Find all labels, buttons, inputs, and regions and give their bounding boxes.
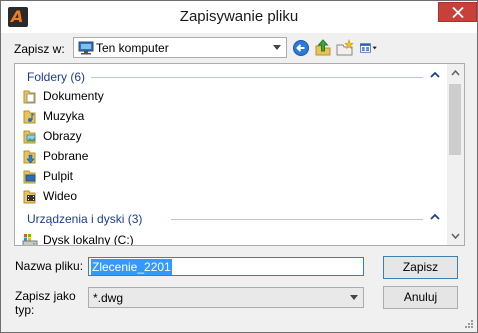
music-folder-icon [23, 110, 36, 124]
chevron-down-icon [350, 295, 358, 300]
chevron-up-icon[interactable] [430, 213, 440, 221]
file-list[interactable]: Foldery (6) Dokumenty Muzyka Obrazy Pobr… [14, 63, 465, 246]
list-item[interactable]: Wideo [21, 186, 321, 206]
group-header-folders[interactable]: Foldery (6) [15, 67, 447, 87]
back-icon[interactable] [291, 38, 311, 58]
new-folder-icon[interactable] [335, 38, 355, 58]
title-bar[interactable]: A Zapisywanie pliku [1, 1, 477, 33]
chevron-up-icon[interactable] [430, 71, 440, 79]
list-item[interactable]: Obrazy [21, 126, 321, 146]
list-item[interactable]: Dysk lokalny (C:) [21, 230, 321, 246]
filename-input[interactable]: Zlecenie_2201 [88, 257, 364, 276]
up-folder-icon[interactable] [313, 38, 333, 58]
filetype-label-line1: Zapisz jako [15, 289, 76, 303]
list-item[interactable]: Muzyka [21, 106, 321, 126]
videos-folder-icon [23, 190, 36, 204]
item-label: Pulpit [43, 169, 74, 183]
item-label: Dysk lokalny (C:) [43, 233, 134, 246]
computer-icon [78, 41, 94, 55]
local-disk-icon [22, 234, 38, 245]
group-title: Urządzenia i dyski (3) [27, 212, 143, 226]
list-item[interactable]: Dokumenty [21, 86, 321, 106]
scroll-down-icon[interactable] [451, 233, 460, 239]
save-file-dialog: A Zapisywanie pliku Zapisz w: Ten komput… [0, 0, 478, 333]
save-in-value: Ten komputer [96, 41, 169, 55]
group-header-devices[interactable]: Urządzenia i dyski (3) [15, 209, 447, 229]
cancel-button[interactable]: Anuluj [383, 286, 458, 309]
item-label: Dokumenty [43, 89, 104, 103]
filename-label: Nazwa pliku: [15, 259, 84, 273]
group-title: Foldery (6) [27, 70, 86, 84]
list-item[interactable]: Pobrane [21, 146, 321, 166]
item-label: Obrazy [43, 129, 82, 143]
filetype-value: *.dwg [93, 291, 124, 305]
resize-grip-icon[interactable] [464, 319, 474, 329]
save-button[interactable]: Zapisz [383, 256, 458, 279]
close-icon [452, 7, 464, 18]
desktop-folder-icon [23, 170, 36, 184]
documents-folder-icon [23, 90, 36, 104]
scroll-thumb[interactable] [449, 84, 461, 155]
pictures-folder-icon [23, 130, 36, 144]
item-label: Pobrane [43, 149, 89, 163]
save-in-dropdown[interactable]: Ten komputer [73, 37, 287, 58]
view-menu-icon[interactable] [359, 38, 379, 58]
filetype-label-line2: typ: [15, 303, 35, 317]
filename-value: Zlecenie_2201 [91, 259, 172, 275]
window-title: Zapisywanie pliku [179, 8, 299, 25]
close-button[interactable] [438, 2, 477, 22]
group-divider [91, 77, 423, 78]
group-divider [171, 219, 423, 220]
save-in-label: Zapisz w: [14, 42, 65, 56]
chevron-down-icon [273, 45, 281, 50]
list-item[interactable]: Pulpit [21, 166, 321, 186]
downloads-folder-icon [23, 150, 36, 164]
item-label: Wideo [43, 189, 78, 203]
vertical-scrollbar[interactable] [447, 64, 464, 245]
item-label: Muzyka [43, 109, 85, 123]
filetype-dropdown[interactable]: *.dwg [88, 287, 364, 308]
scroll-up-icon[interactable] [451, 70, 460, 76]
